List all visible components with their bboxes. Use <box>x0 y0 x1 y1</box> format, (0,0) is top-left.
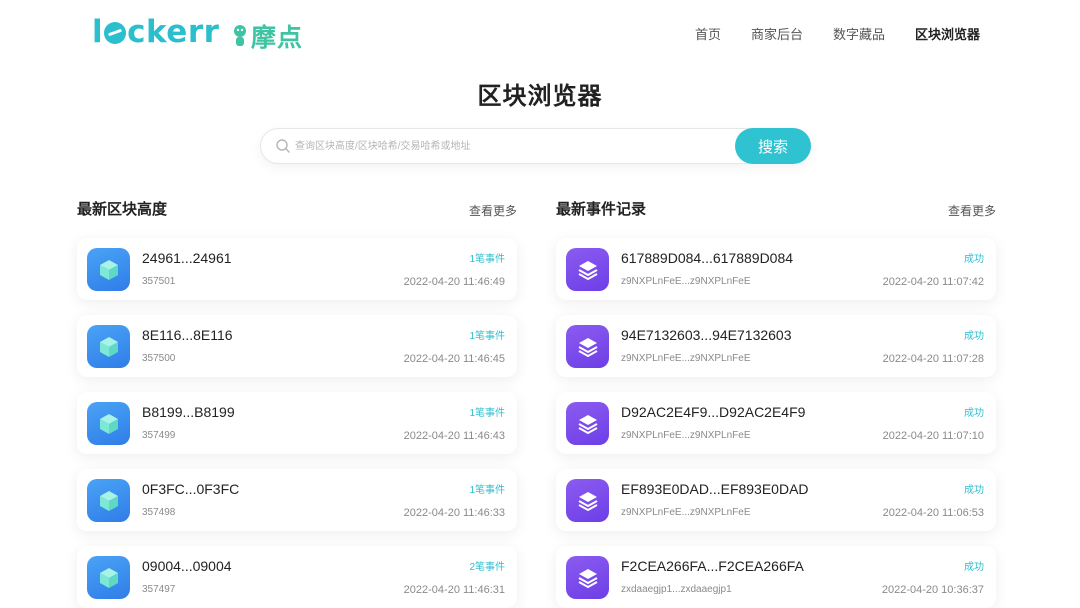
search-button[interactable]: 搜索 <box>735 128 811 164</box>
timestamp: 2022-04-20 10:36:37 <box>881 584 984 596</box>
layers-icon <box>566 556 609 599</box>
block-card[interactable]: B8199...B8199 357499 1笔事件 2022-04-20 11:46:… <box>77 392 517 454</box>
block-card[interactable]: 8E116...8E116 357500 1笔事件 2022-04-20 11:46:… <box>77 315 517 377</box>
event-count-badge: 1笔事件 <box>469 408 505 419</box>
partner-logo: 摩点 <box>233 18 303 54</box>
logo-text: l ckerr <box>92 14 220 50</box>
timestamp: 2022-04-20 11:07:42 <box>882 276 984 288</box>
layers-icon <box>566 248 609 291</box>
cube-icon <box>87 248 130 291</box>
latest-blocks-header: 最新区块高度 查看更多 <box>77 198 517 222</box>
block-height: 357497 <box>142 584 176 595</box>
block-explorer-page: lckerr 摩点 首页 商家后台 数字藏品 区块浏览器 区块浏览器 搜索 <box>0 0 1080 608</box>
event-card[interactable]: F2CEA266FA...F2CEA266FA zxdaaegjp1...zxda… <box>556 546 996 608</box>
page-title: 区块浏览器 <box>477 83 603 110</box>
block-hash[interactable]: 8E116...8E116 <box>142 327 233 343</box>
block-height: 357500 <box>142 353 176 364</box>
layers-icon <box>566 479 609 522</box>
latest-events-section: 最新事件记录 查看更多 <box>556 198 996 222</box>
block-hash[interactable]: B8199...B8199 <box>142 404 235 420</box>
event-hash[interactable]: EF893E0DAD...EF893E0DAD <box>621 481 809 497</box>
timestamp: 2022-04-20 11:07:28 <box>882 353 984 365</box>
block-card[interactable]: 24961...24961 357501 1笔事件 2022-04-20 11:46:… <box>77 238 517 300</box>
block-height: 357498 <box>142 507 176 518</box>
timestamp: 2022-04-20 11:46:31 <box>403 584 505 596</box>
search-input[interactable] <box>295 131 725 161</box>
event-count-badge: 1笔事件 <box>469 331 505 342</box>
nav-home[interactable]: 首页 <box>695 24 721 43</box>
block-height: 357501 <box>142 276 176 287</box>
partner-name: 摩点 <box>251 24 304 52</box>
latest-events-header: 最新事件记录 查看更多 <box>556 198 996 222</box>
event-card[interactable]: D92AC2E4F9...D92AC2E4F9 z9NXPLnFeE...z9NX… <box>556 392 996 454</box>
view-more-events-link[interactable]: 查看更多 <box>948 202 996 219</box>
search-icon <box>276 139 290 153</box>
timestamp: 2022-04-20 11:07:10 <box>882 430 984 442</box>
status-badge: 成功 <box>964 331 984 342</box>
timestamp: 2022-04-20 11:46:33 <box>403 507 505 519</box>
status-badge: 成功 <box>964 562 984 573</box>
timestamp: 2022-04-20 11:06:53 <box>882 507 984 519</box>
layers-icon <box>566 402 609 445</box>
event-card[interactable]: 94E7132603...94E7132603 z9NXPLnFeE...z9NX… <box>556 315 996 377</box>
layers-icon <box>566 325 609 368</box>
event-card[interactable]: EF893E0DAD...EF893E0DAD z9NXPLnFeE...z9NX… <box>556 469 996 531</box>
section-title: 最新区块高度 <box>77 201 168 218</box>
nav-digital-collectibles[interactable]: 数字藏品 <box>833 24 885 43</box>
block-card[interactable]: 0F3FC...0F3FC 357498 1笔事件 2022-04-20 11:46:… <box>77 469 517 531</box>
block-hash[interactable]: 09004...09004 <box>142 558 232 574</box>
block-hash[interactable]: 24961...24961 <box>142 250 232 266</box>
timestamp: 2022-04-20 11:46:45 <box>403 353 505 365</box>
top-nav: 首页 商家后台 数字藏品 区块浏览器 <box>695 24 980 43</box>
timestamp: 2022-04-20 11:46:49 <box>403 276 505 288</box>
status-badge: 成功 <box>964 485 984 496</box>
event-address: z9NXPLnFeE...z9NXPLnFeE <box>621 276 751 287</box>
event-hash[interactable]: D92AC2E4F9...D92AC2E4F9 <box>621 404 805 420</box>
lockerr-logo[interactable]: l ckerr <box>92 14 219 50</box>
event-address: z9NXPLnFeE...z9NXPLnFeE <box>621 507 751 518</box>
nav-block-explorer[interactable]: 区块浏览器 <box>915 24 980 43</box>
event-hash[interactable]: F2CEA266FA...F2CEA266FA <box>621 558 804 574</box>
timestamp: 2022-04-20 11:46:43 <box>403 430 505 442</box>
event-hash[interactable]: 617889D084...617889D084 <box>621 250 793 266</box>
cube-icon <box>87 325 130 368</box>
event-card[interactable]: 617889D084...617889D084 z9NXPLnFeE...z9NX… <box>556 238 996 300</box>
event-address: z9NXPLnFeE...z9NXPLnFeE <box>621 430 751 441</box>
section-title: 最新事件记录 <box>556 201 647 218</box>
event-count-badge: 1笔事件 <box>469 254 505 265</box>
event-count-badge: 2笔事件 <box>469 562 505 573</box>
status-badge: 成功 <box>964 254 984 265</box>
header: l ckerr 摩点 首页 商家后台 数字藏品 区块浏览器 <box>0 0 1080 64</box>
event-count-badge: 1笔事件 <box>469 485 505 496</box>
event-address: z9NXPLnFeE...z9NXPLnFeE <box>621 353 751 364</box>
latest-blocks-section: 最新区块高度 查看更多 <box>77 198 517 222</box>
view-more-blocks-link[interactable]: 查看更多 <box>469 202 517 219</box>
nav-merchant-backend[interactable]: 商家后台 <box>751 24 803 43</box>
status-badge: 成功 <box>964 408 984 419</box>
event-hash[interactable]: 94E7132603...94E7132603 <box>621 327 792 343</box>
cube-icon <box>87 556 130 599</box>
block-card[interactable]: 09004...09004 357497 2笔事件 2022-04-20 11:46:… <box>77 546 517 608</box>
block-height: 357499 <box>142 430 176 441</box>
event-address: zxdaaegjp1...zxdaaegjp1 <box>621 584 732 595</box>
cube-icon <box>87 402 130 445</box>
partner-mascot-icon <box>234 25 246 46</box>
logo-mascot-icon <box>104 22 127 44</box>
block-hash[interactable]: 0F3FC...0F3FC <box>142 481 239 497</box>
cube-icon <box>87 479 130 522</box>
search-box <box>260 128 811 164</box>
